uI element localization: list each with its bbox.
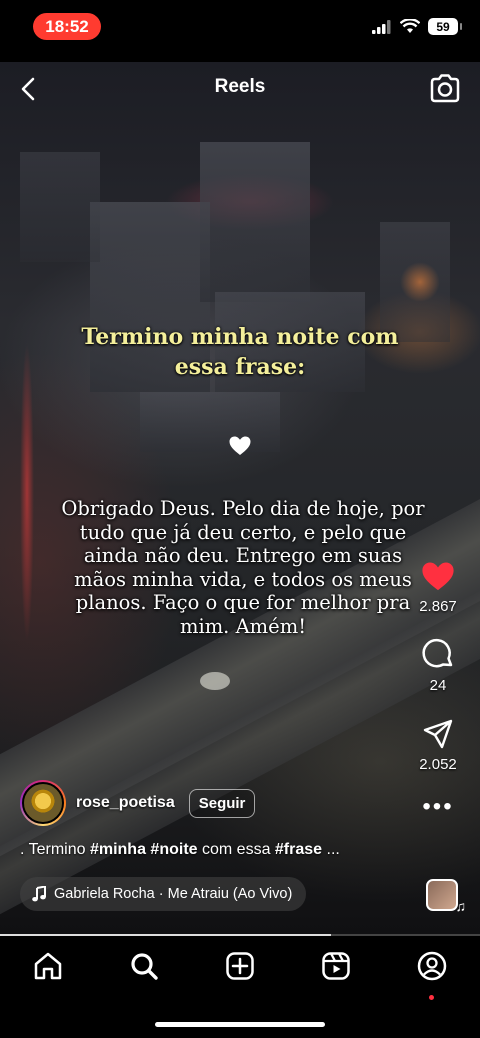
reel-overlay-quote: Obrigado Deus. Pelo dia de hoje, por tud… xyxy=(61,497,425,638)
audio-thumbnail[interactable] xyxy=(426,879,458,911)
background-building xyxy=(20,152,100,262)
wifi-icon xyxy=(400,19,420,33)
avatar[interactable] xyxy=(20,780,66,826)
follow-button[interactable]: Seguir xyxy=(188,788,256,818)
home-icon[interactable] xyxy=(32,950,64,982)
avatar-image xyxy=(22,782,64,824)
action-rail: 2.867 24 2.052 ••• xyxy=(410,560,466,819)
reel-caption[interactable]: . Termino #minha #noite com essa #frase … xyxy=(20,841,340,859)
white-heart-icon xyxy=(229,436,251,455)
heart-icon[interactable] xyxy=(421,560,455,592)
caption-text: . Termino xyxy=(20,841,90,858)
profile-icon[interactable] xyxy=(416,950,448,982)
signal-icon xyxy=(372,19,391,34)
background-building xyxy=(140,392,280,452)
share-count: 2.052 xyxy=(419,756,457,773)
more-options-icon[interactable]: ••• xyxy=(422,795,453,819)
reel-overlay-heading: Termino minha noite com essa frase: xyxy=(81,324,399,380)
status-time: 18:52 xyxy=(33,13,101,40)
music-note-icon: ♫ xyxy=(455,898,467,914)
caption-hashtag[interactable]: #minha xyxy=(90,841,146,858)
share-action: 2.052 xyxy=(419,718,457,773)
comment-action: 24 xyxy=(421,637,455,694)
audio-chip[interactable]: Gabriela Rocha · Me Atraiu (Ao Vivo) xyxy=(20,877,307,911)
page-title: Reels xyxy=(214,76,266,97)
search-icon[interactable] xyxy=(128,950,160,982)
caption-more[interactable]: ... xyxy=(322,841,340,858)
background-lights xyxy=(400,262,440,302)
like-action: 2.867 xyxy=(419,560,457,615)
home-indicator xyxy=(155,1022,325,1027)
comment-icon[interactable] xyxy=(421,637,455,671)
camera-icon[interactable] xyxy=(428,72,462,104)
share-icon[interactable] xyxy=(422,718,454,750)
caption-text: com essa xyxy=(197,841,275,858)
battery-icon: 59 xyxy=(428,18,462,35)
like-count: 2.867 xyxy=(419,598,457,615)
notification-dot xyxy=(429,995,434,1000)
background-lights xyxy=(20,342,34,642)
background-building xyxy=(200,142,310,302)
author-username[interactable]: rose_poetisa xyxy=(76,794,175,812)
create-icon[interactable] xyxy=(224,950,256,982)
audio-label: Gabriela Rocha · Me Atraiu (Ao Vivo) xyxy=(54,886,293,902)
bottom-nav xyxy=(0,936,480,1038)
comment-count: 24 xyxy=(429,677,447,694)
reels-header: Reels xyxy=(0,62,480,114)
background-car xyxy=(200,672,230,690)
status-icons: 59 xyxy=(372,18,462,35)
music-note-icon xyxy=(32,886,46,902)
caption-hashtag[interactable]: #frase xyxy=(275,841,322,858)
author-row: rose_poetisa Seguir xyxy=(20,780,256,826)
status-bar: 18:52 59 xyxy=(0,0,480,62)
reels-icon[interactable] xyxy=(320,950,352,982)
caption-hashtag[interactable]: #noite xyxy=(150,841,197,858)
